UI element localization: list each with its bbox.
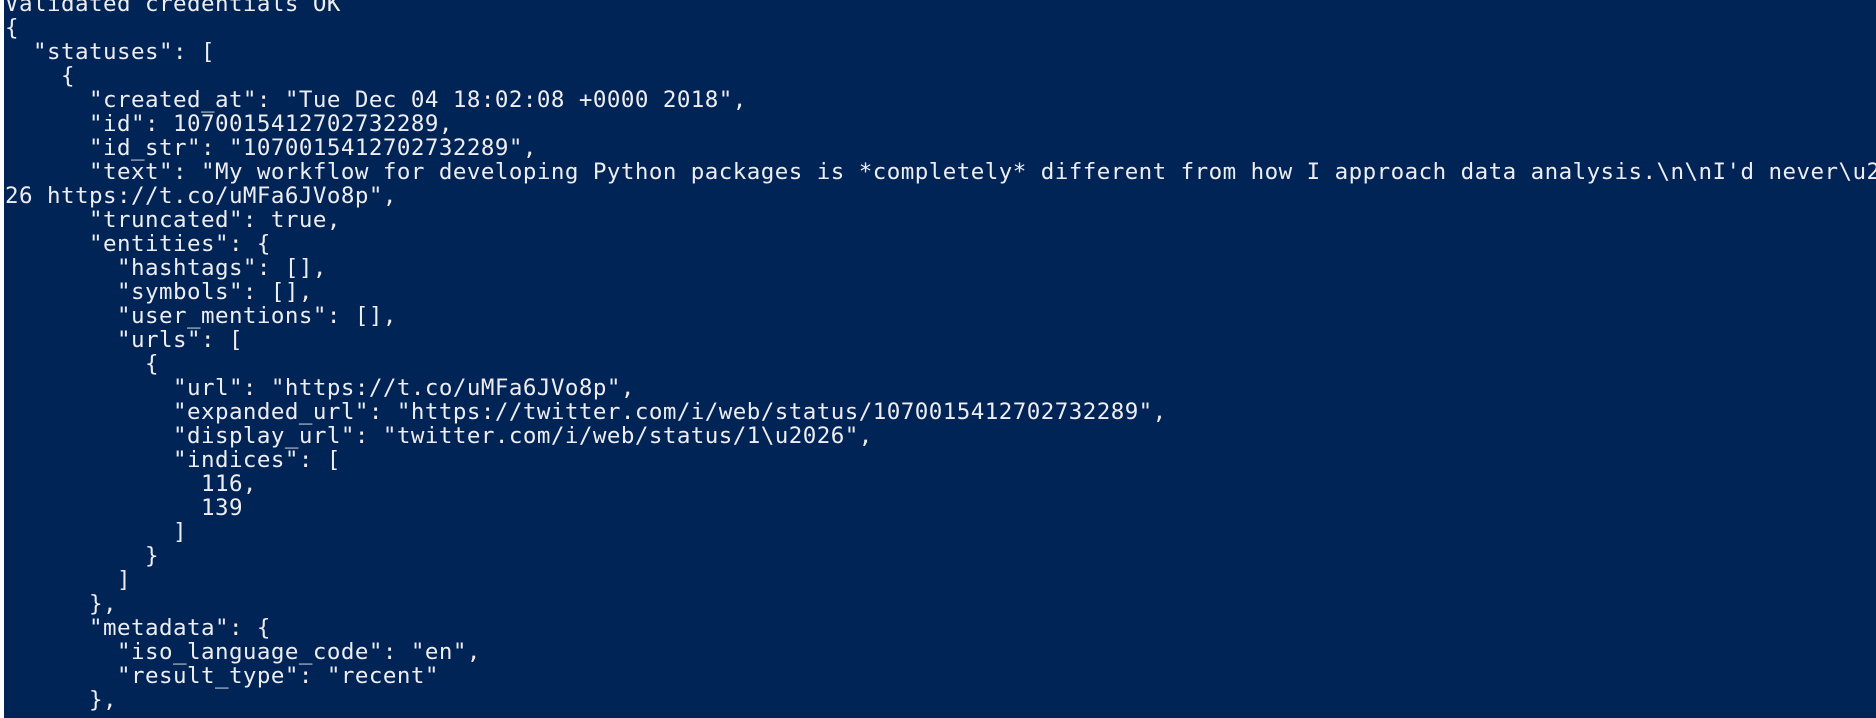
json-line: 26 https://t.co/uMFa6JVo8p", xyxy=(5,183,397,209)
json-line: "url": "https://t.co/uMFa6JVo8p", xyxy=(5,375,635,401)
json-line: { xyxy=(5,351,159,377)
status-line: Validated credentials OK xyxy=(5,0,341,17)
json-line: "urls": [ xyxy=(5,327,243,353)
json-line: "entities": { xyxy=(5,231,271,257)
terminal-window[interactable]: Validated credentials OK { "statuses": [… xyxy=(4,0,1876,718)
json-line: { xyxy=(5,63,75,89)
json-line: ] xyxy=(5,567,131,593)
json-line: "user_mentions": [], xyxy=(5,303,397,329)
json-line: }, xyxy=(5,687,117,713)
json-line: "statuses": [ xyxy=(5,39,215,65)
json-line: 139 xyxy=(5,495,243,521)
json-line: { xyxy=(5,15,19,41)
json-line: "symbols": [], xyxy=(5,279,313,305)
json-line: }, xyxy=(5,591,117,617)
json-line: "metadata": { xyxy=(5,615,271,641)
json-line: "created_at": "Tue Dec 04 18:02:08 +0000… xyxy=(5,87,747,113)
json-line: "hashtags": [], xyxy=(5,255,327,281)
json-line: "id_str": "1070015412702732289", xyxy=(5,135,537,161)
json-line: "text": "My workflow for developing Pyth… xyxy=(5,159,1876,185)
json-line: } xyxy=(5,543,159,569)
json-line: 116, xyxy=(5,471,257,497)
console-output: Validated credentials OK { "statuses": [… xyxy=(5,0,1876,712)
json-line: "display_url": "twitter.com/i/web/status… xyxy=(5,423,873,449)
json-line: "expanded_url": "https://twitter.com/i/w… xyxy=(5,399,1167,425)
json-line: "iso_language_code": "en", xyxy=(5,639,481,665)
json-line: ] xyxy=(5,519,187,545)
json-line: "id": 1070015412702732289, xyxy=(5,111,453,137)
json-line: "truncated": true, xyxy=(5,207,341,233)
json-line: "indices": [ xyxy=(5,447,341,473)
json-line: "result_type": "recent" xyxy=(5,663,439,689)
